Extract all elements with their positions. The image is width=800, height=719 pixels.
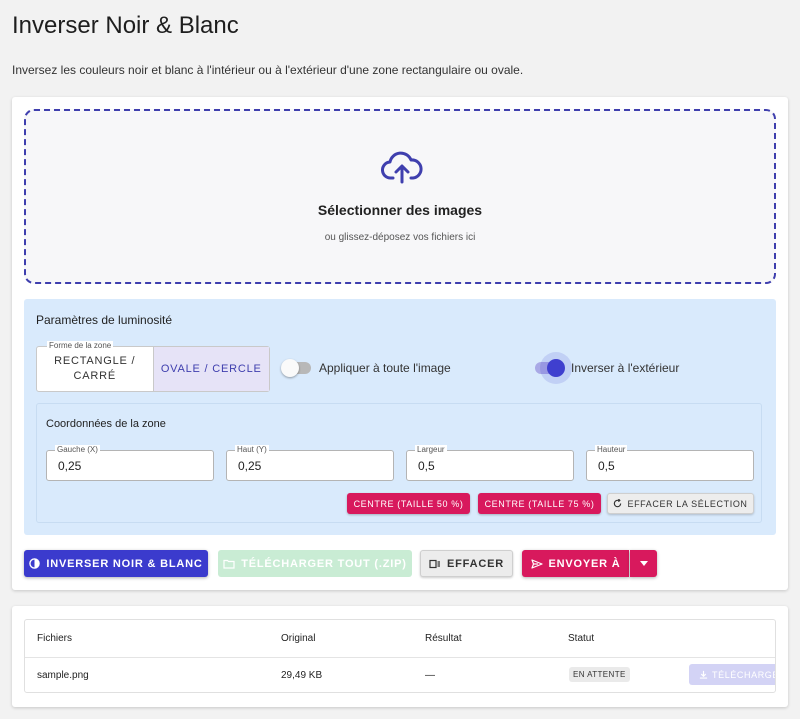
dropzone-title: Sélectionner des images — [317, 202, 483, 218]
height-label: Hauteur — [595, 445, 628, 455]
page-title: Inverser Noir & Blanc — [12, 12, 239, 39]
header-original: Original — [281, 633, 316, 644]
shape-rectangle-label: RECTANGLE / CARRÉ — [54, 355, 136, 382]
row-download-label: TÉLÉCHARGER — [712, 669, 775, 680]
shape-oval-label: OVALE / CERCLE — [160, 362, 262, 375]
header-divider — [25, 657, 775, 658]
center-50-button[interactable]: CENTRE (TAILLE 50 %) — [347, 493, 470, 514]
folder-icon — [223, 559, 235, 569]
left-x-label: Gauche (X) — [55, 445, 100, 455]
cell-original: 29,49 KB — [281, 670, 323, 681]
results-card: Fichiers Original Résultat Statut sample… — [12, 606, 788, 707]
shape-selector: Forme de la zone RECTANGLE / CARRÉ OVALE… — [36, 341, 270, 392]
shape-oval-button[interactable]: OVALE / CERCLE — [152, 347, 269, 391]
width-label: Largeur — [415, 445, 447, 455]
apply-all-track — [281, 359, 311, 377]
top-y-value: 0,25 — [238, 459, 262, 473]
cloud-upload-icon — [381, 151, 423, 184]
left-x-value: 0,25 — [58, 459, 82, 473]
main-card: Sélectionner des images ou glissez-dépos… — [12, 97, 788, 590]
dropzone-subtitle: ou glissez-déposez vos fichiers ici — [324, 232, 476, 243]
header-files: Fichiers — [37, 633, 73, 644]
send-to-dropdown-button[interactable] — [630, 550, 657, 577]
clear-button[interactable]: EFFACER — [420, 550, 513, 577]
width-value: 0,5 — [418, 459, 435, 473]
invert-outside-thumb — [547, 359, 565, 377]
status-badge: EN ATTENTE — [569, 667, 630, 682]
apply-all-thumb — [281, 359, 299, 377]
top-y-label: Haut (Y) — [235, 445, 269, 455]
center-75-button[interactable]: CENTRE (TAILLE 75 %) — [478, 493, 601, 514]
send-to-button[interactable]: ENVOYER À — [522, 550, 629, 577]
cell-result: — — [425, 670, 435, 681]
download-icon — [699, 670, 708, 679]
header-status: Statut — [568, 633, 595, 644]
shape-legend: Forme de la zone — [47, 341, 114, 351]
invert-outside-label: Inverser à l'extérieur — [571, 361, 680, 375]
invert-button[interactable]: INVERSER NOIR & BLANC — [24, 550, 208, 577]
row-download-button[interactable]: TÉLÉCHARGER — [689, 664, 775, 685]
width-field[interactable]: Largeur 0,5 — [406, 445, 574, 481]
chevron-down-icon — [639, 561, 648, 566]
invert-label: INVERSER NOIR & BLANC — [46, 557, 203, 570]
download-zip-label: TÉLÉCHARGER TOUT (.ZIP) — [241, 557, 407, 570]
header-result: Résultat — [425, 633, 462, 644]
left-x-field[interactable]: Gauche (X) 0,25 — [46, 445, 214, 481]
page-subtitle: Inversez les couleurs noir et blanc à l'… — [12, 63, 524, 77]
apply-all-label: Appliquer à toute l'image — [319, 361, 451, 375]
invert-outside-switch[interactable]: Inverser à l'extérieur — [535, 359, 680, 377]
height-value: 0,5 — [598, 459, 615, 473]
coords-title: Coordonnées de la zone — [46, 418, 166, 430]
shape-rectangle-button[interactable]: RECTANGLE / CARRÉ — [37, 347, 153, 391]
results-table: Fichiers Original Résultat Statut sample… — [24, 619, 776, 693]
settings-title: Paramètres de luminosité — [36, 313, 173, 327]
clear-label: EFFACER — [447, 557, 504, 570]
send-icon — [530, 558, 543, 569]
clear-selection-button[interactable]: EFFACER LA SÉLECTION — [607, 493, 754, 514]
reset-icon — [614, 499, 622, 508]
cell-file: sample.png — [37, 670, 89, 681]
height-field[interactable]: Hauteur 0,5 — [586, 445, 754, 481]
contrast-icon — [29, 558, 41, 569]
invert-outside-track — [535, 359, 565, 377]
clear-selection-label: EFFACER LA SÉLECTION — [627, 498, 748, 509]
zone-coordinates: Coordonnées de la zone Gauche (X) 0,25 H… — [36, 403, 762, 523]
send-to-label: ENVOYER À — [548, 557, 621, 570]
clear-all-icon — [429, 559, 441, 568]
top-y-field[interactable]: Haut (Y) 0,25 — [226, 445, 394, 481]
dropzone[interactable]: Sélectionner des images ou glissez-dépos… — [24, 109, 776, 284]
apply-all-switch[interactable]: Appliquer à toute l'image — [281, 359, 451, 377]
settings-panel: Paramètres de luminosité Forme de la zon… — [24, 299, 776, 535]
download-zip-button[interactable]: TÉLÉCHARGER TOUT (.ZIP) — [218, 550, 412, 577]
